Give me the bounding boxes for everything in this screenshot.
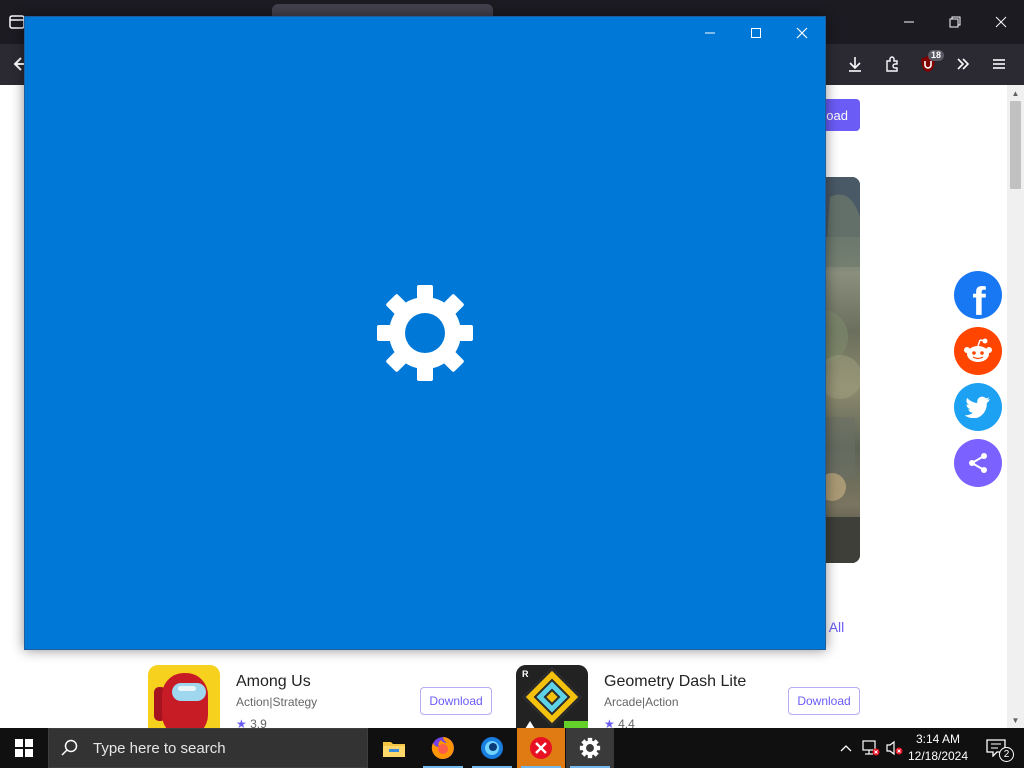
extensions-icon[interactable] bbox=[876, 48, 908, 80]
browser-app-icon[interactable] bbox=[468, 728, 516, 768]
overflow-chevrons-icon[interactable] bbox=[947, 48, 979, 80]
app-rating: ★ 4.4 bbox=[604, 717, 635, 728]
file-explorer-icon[interactable] bbox=[370, 728, 418, 768]
windows-start-icon[interactable] bbox=[0, 728, 48, 768]
clock-time: 3:14 AM bbox=[915, 732, 961, 746]
settings-maximize-button[interactable] bbox=[733, 17, 779, 49]
geometry-dash-app-icon: R bbox=[516, 665, 588, 728]
browser-restore-button[interactable] bbox=[932, 0, 978, 44]
error-app-icon[interactable] bbox=[517, 728, 565, 768]
settings-minimize-button[interactable] bbox=[687, 17, 733, 49]
star-icon: ★ bbox=[236, 717, 247, 728]
app-rating: ★ 3.9 bbox=[236, 717, 267, 728]
firefox-icon[interactable] bbox=[419, 728, 467, 768]
app-categories: Action|Strategy bbox=[236, 695, 318, 709]
ublock-extension-icon[interactable]: 18 bbox=[912, 48, 944, 80]
notification-center-icon[interactable]: 2 bbox=[976, 728, 1016, 768]
star-icon: ★ bbox=[604, 717, 615, 728]
search-placeholder: Type here to search bbox=[93, 739, 226, 757]
browser-minimize-button[interactable] bbox=[886, 0, 932, 44]
among-us-app-icon bbox=[148, 665, 220, 728]
share-icon[interactable] bbox=[954, 439, 1002, 487]
twitter-icon[interactable] bbox=[954, 383, 1002, 431]
svg-text:f: f bbox=[972, 280, 986, 319]
app-categories: Arcade|Action bbox=[604, 695, 679, 709]
gear-icon bbox=[375, 283, 475, 383]
extension-badge-count: 18 bbox=[927, 50, 944, 61]
taskbar-search-box[interactable]: Type here to search bbox=[48, 728, 368, 768]
settings-close-button[interactable] bbox=[779, 17, 825, 49]
page-scrollbar[interactable]: ▲ ▼ bbox=[1007, 85, 1024, 728]
app-name: Geometry Dash Lite bbox=[604, 673, 747, 690]
facebook-icon[interactable]: f bbox=[954, 271, 1002, 319]
settings-window bbox=[24, 16, 826, 650]
scroll-thumb[interactable] bbox=[1010, 101, 1021, 189]
scroll-up-arrow-icon[interactable]: ▲ bbox=[1007, 85, 1024, 101]
chevron-up-icon[interactable] bbox=[836, 728, 856, 768]
desktop-screen: 18 load ee All f Among Us Action|Strateg… bbox=[0, 0, 1024, 768]
volume-muted-icon[interactable] bbox=[884, 728, 906, 768]
taskbar-clock[interactable]: 3:14 AM 12/18/2024 bbox=[904, 731, 972, 765]
notification-count-badge: 2 bbox=[999, 747, 1014, 762]
taskbar: Type here to search 3:14 AM 12/18/2024 2 bbox=[0, 728, 1024, 768]
app-card-among-us[interactable]: Among Us Action|Strategy ★ 3.9 Download bbox=[148, 665, 498, 728]
reddit-icon[interactable] bbox=[954, 327, 1002, 375]
app-card-geometry-dash-lite[interactable]: R Geometry Dash Lite Arcade|Action ★ 4.4… bbox=[516, 665, 866, 728]
browser-close-button[interactable] bbox=[978, 0, 1024, 44]
download-button[interactable]: Download bbox=[788, 687, 860, 715]
search-icon bbox=[61, 739, 78, 756]
hamburger-menu-icon[interactable] bbox=[983, 48, 1015, 80]
download-button[interactable]: Download bbox=[420, 687, 492, 715]
scroll-down-arrow-icon[interactable]: ▼ bbox=[1007, 712, 1024, 728]
svg-text:R: R bbox=[522, 669, 529, 679]
downloads-icon[interactable] bbox=[839, 48, 871, 80]
settings-taskbar-icon[interactable] bbox=[566, 728, 614, 768]
app-name: Among Us bbox=[236, 673, 311, 690]
network-icon[interactable] bbox=[860, 728, 882, 768]
clock-date: 12/18/2024 bbox=[907, 749, 969, 763]
